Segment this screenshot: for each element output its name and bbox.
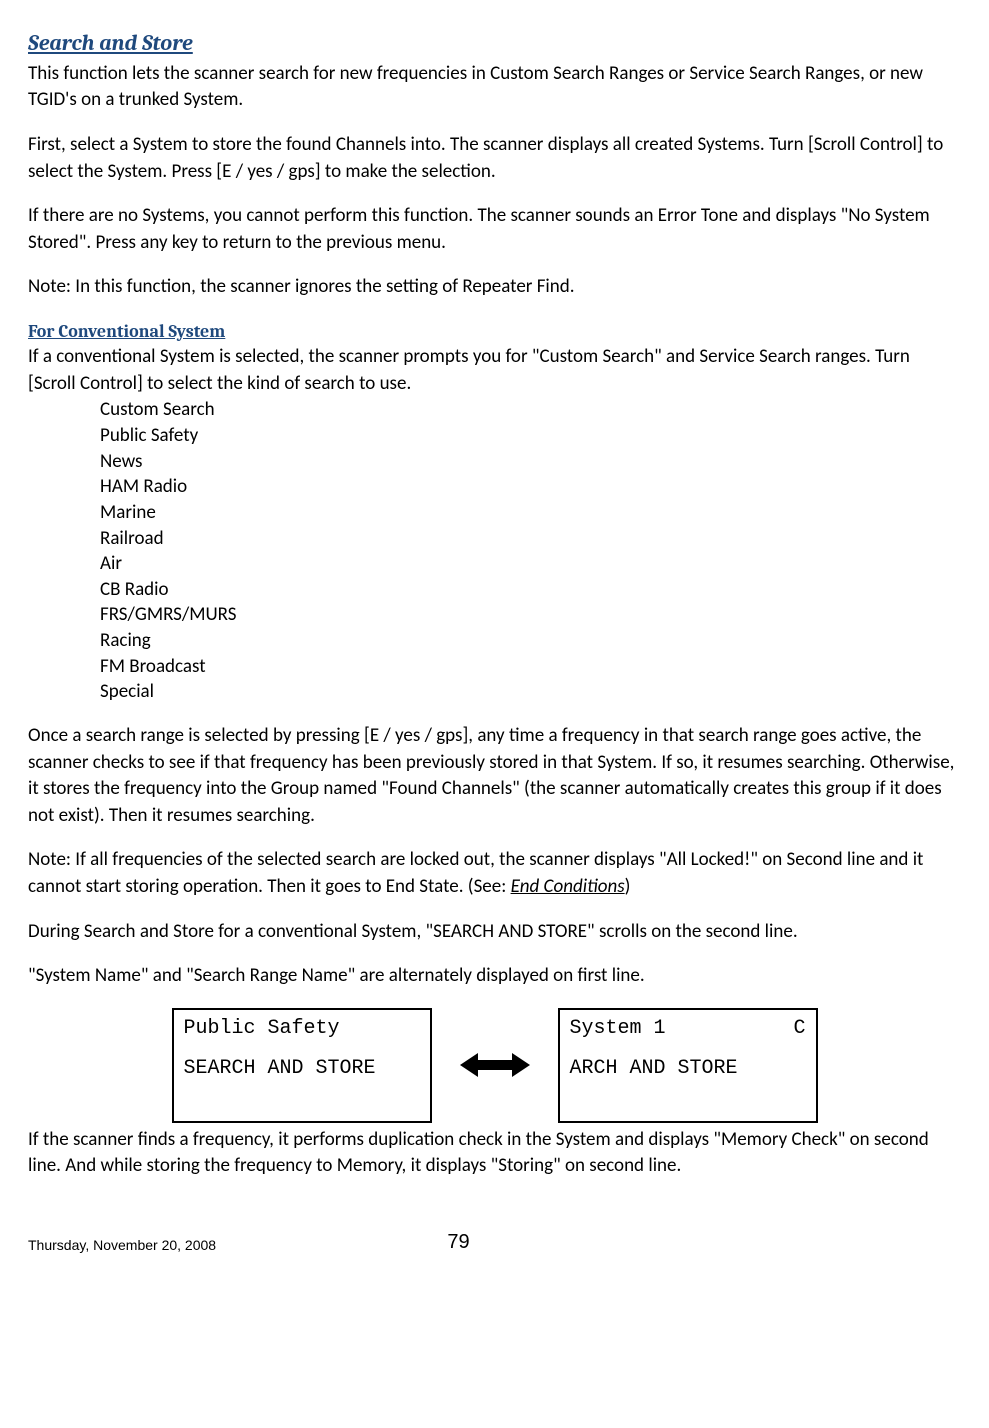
list-item: FRS/GMRS/MURS bbox=[100, 602, 961, 628]
lcd-line1-left: System 1 bbox=[570, 1018, 666, 1040]
double-arrow-icon bbox=[460, 1050, 530, 1080]
lcd-line1-right: C bbox=[793, 1018, 805, 1040]
link-end-conditions[interactable]: End Conditions bbox=[511, 875, 625, 898]
list-item: Railroad bbox=[100, 526, 961, 552]
paragraph-select-system: First, select a System to store the foun… bbox=[28, 132, 961, 185]
paragraph-note-repeater: Note: In this function, the scanner igno… bbox=[28, 274, 961, 301]
list-item: Air bbox=[100, 551, 961, 577]
list-item: Special bbox=[100, 679, 961, 705]
paragraph-intro: This function lets the scanner search fo… bbox=[28, 61, 961, 114]
list-item: Marine bbox=[100, 500, 961, 526]
paragraph-during-search: During Search and Store for a convention… bbox=[28, 919, 961, 946]
footer-page-number: 79 bbox=[447, 1228, 469, 1256]
footer-date: Thursday, November 20, 2008 bbox=[28, 1236, 216, 1256]
list-item: FM Broadcast bbox=[100, 654, 961, 680]
list-item: News bbox=[100, 449, 961, 475]
list-item: CB Radio bbox=[100, 577, 961, 603]
display-alternation-row: Public Safety SEARCH AND STORE System 1 … bbox=[28, 1008, 961, 1123]
heading-for-conventional-system: For Conventional System bbox=[28, 319, 961, 344]
search-type-list: Custom Search Public Safety News HAM Rad… bbox=[28, 397, 961, 705]
list-item: HAM Radio bbox=[100, 474, 961, 500]
list-item: Public Safety bbox=[100, 423, 961, 449]
heading-search-and-store: Search and Store bbox=[28, 28, 961, 59]
lcd-line1-left: Public Safety bbox=[184, 1018, 340, 1040]
paragraph-alternate-display: "System Name" and "Search Range Name" ar… bbox=[28, 963, 961, 990]
lcd-display-left: Public Safety SEARCH AND STORE bbox=[172, 1008, 432, 1123]
paragraph-no-systems: If there are no Systems, you cannot perf… bbox=[28, 203, 961, 256]
lcd-line2: ARCH AND STORE bbox=[570, 1058, 806, 1080]
list-item: Custom Search bbox=[100, 397, 961, 423]
list-item: Racing bbox=[100, 628, 961, 654]
paragraph-once-selected: Once a search range is selected by press… bbox=[28, 723, 961, 829]
page-footer: Thursday, November 20, 2008 79 bbox=[28, 1228, 961, 1256]
text-segment: Note: If all frequencies of the selected… bbox=[28, 848, 923, 898]
lcd-line2: SEARCH AND STORE bbox=[184, 1058, 420, 1080]
lcd-display-right: System 1 C ARCH AND STORE bbox=[558, 1008, 818, 1123]
paragraph-note-locked: Note: If all frequencies of the selected… bbox=[28, 847, 961, 900]
text-segment: ) bbox=[625, 875, 631, 898]
paragraph-conventional-intro: If a conventional System is selected, th… bbox=[28, 344, 961, 397]
paragraph-memory-check: If the scanner finds a frequency, it per… bbox=[28, 1127, 961, 1180]
